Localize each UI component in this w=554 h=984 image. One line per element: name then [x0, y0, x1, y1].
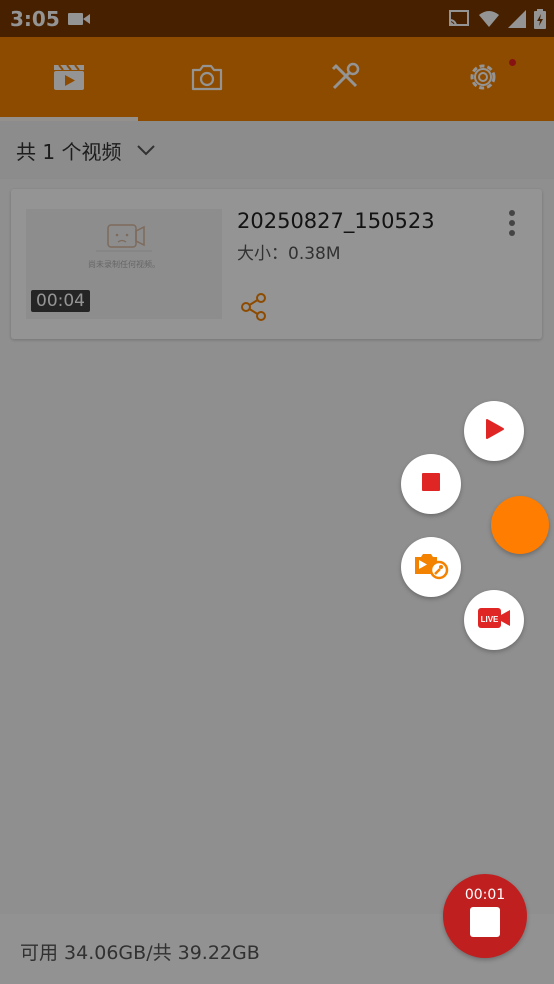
tab-videos[interactable]	[0, 37, 138, 121]
chevron-down-icon	[136, 141, 156, 160]
floating-stop-button[interactable]	[401, 454, 461, 514]
floating-record-bubble[interactable]	[491, 496, 549, 554]
stop-icon	[421, 472, 441, 496]
storage-info: 可用 34.06GB/共 39.22GB	[20, 942, 260, 964]
battery-icon	[534, 9, 546, 33]
video-clapper-icon	[52, 62, 86, 96]
recording-stop-button[interactable]: 00:01	[443, 874, 527, 958]
cast-icon	[448, 10, 470, 32]
floating-tools-button[interactable]	[401, 537, 461, 597]
settings-badge-dot	[509, 59, 516, 66]
live-stream-icon: LIVE	[477, 606, 511, 634]
tools-icon	[328, 60, 362, 98]
svg-text:LIVE: LIVE	[481, 615, 499, 624]
status-bar: 3:05	[0, 0, 554, 37]
signal-icon	[508, 10, 526, 32]
video-size: 大小：0.38M	[237, 244, 341, 264]
system-icons	[448, 9, 546, 33]
thumbnail-hint-text: 尚未录制任何视频。	[88, 260, 160, 269]
empty-video-illustration	[94, 221, 154, 259]
video-thumbnail[interactable]: 尚未录制任何视频。 00:04	[26, 209, 222, 319]
recording-elapsed-time: 00:01	[464, 887, 506, 903]
floating-play-button[interactable]	[464, 401, 524, 461]
top-tab-bar	[0, 37, 554, 121]
video-camera-status-icon	[68, 11, 90, 31]
video-tools-icon	[413, 550, 449, 584]
gear-icon	[466, 60, 500, 98]
status-time: 3:05	[10, 7, 60, 31]
play-icon	[483, 418, 505, 444]
more-options-icon[interactable]	[508, 209, 516, 243]
tab-screenshots[interactable]	[138, 37, 276, 121]
stop-square-icon	[470, 907, 500, 937]
video-count-filter[interactable]: 共 1 个视频	[0, 121, 554, 179]
video-duration: 00:04	[31, 290, 90, 312]
share-icon[interactable]	[240, 293, 268, 325]
camera-icon	[190, 62, 224, 96]
video-title: 20250827_150523	[237, 209, 435, 233]
floating-live-button[interactable]: LIVE	[464, 590, 524, 650]
tab-tools[interactable]	[276, 37, 414, 121]
video-count-label: 共 1 个视频	[16, 140, 122, 164]
tab-settings[interactable]	[414, 37, 552, 121]
wifi-icon	[478, 10, 500, 32]
video-list-item[interactable]: 尚未录制任何视频。 00:04 20250827_150523 大小：0.38M	[11, 189, 542, 339]
